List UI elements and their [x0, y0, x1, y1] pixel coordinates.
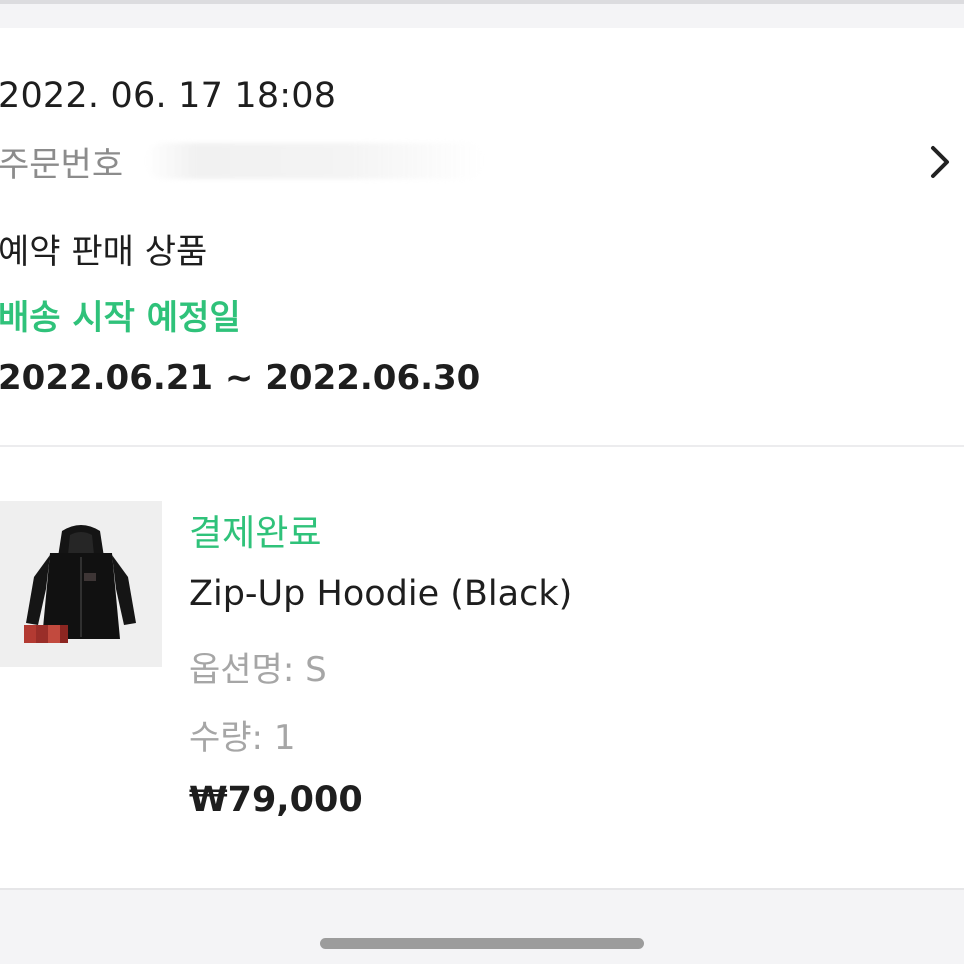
product-thumbnail[interactable] [0, 501, 162, 667]
hoodie-image [0, 501, 162, 667]
product-name[interactable]: Zip-Up Hoodie (Black) [189, 574, 572, 614]
bottom-divider [0, 888, 964, 890]
preorder-label: 예약 판매 상품 [0, 232, 208, 272]
payment-status: 결제완료 [189, 513, 322, 554]
order-number-label: 주문번호 [0, 144, 124, 185]
order-date: 2022. 06. 17 18:08 [0, 76, 337, 116]
order-card: 2022. 06. 17 18:08 주문번호 예약 판매 상품 배송 시작 예… [0, 28, 964, 888]
order-detail-screen: 2022. 06. 17 18:08 주문번호 예약 판매 상품 배송 시작 예… [0, 0, 964, 964]
product-option: 옵션명: S [189, 650, 327, 690]
shipping-date-range: 2022.06.21 ~ 2022.06.30 [0, 358, 481, 398]
shipping-start-title: 배송 시작 예정일 [0, 298, 241, 338]
home-indicator[interactable] [320, 938, 644, 949]
section-divider [0, 445, 964, 447]
order-header[interactable]: 2022. 06. 17 18:08 주문번호 예약 판매 상품 배송 시작 예… [0, 28, 964, 446]
order-number-row: 주문번호 [0, 136, 486, 186]
order-number-redacted [145, 143, 486, 179]
chevron-right-icon[interactable] [920, 138, 960, 186]
top-gap [0, 4, 964, 28]
product-price: ₩79,000 [189, 780, 363, 820]
product-quantity: 수량: 1 [189, 718, 296, 758]
